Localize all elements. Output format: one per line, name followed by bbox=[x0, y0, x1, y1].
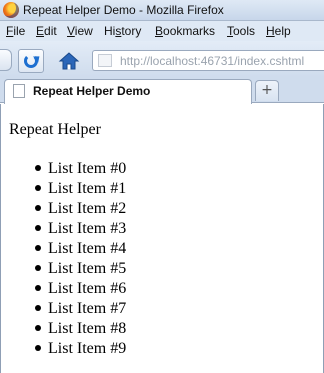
menu-bookmarks[interactable]: Bookmarks bbox=[155, 24, 215, 38]
list-item-text: List Item #4 bbox=[48, 240, 127, 257]
window-title: Repeat Helper Demo - Mozilla Firefox bbox=[23, 3, 224, 17]
page-heading: Repeat Helper bbox=[9, 121, 101, 138]
back-button[interactable] bbox=[0, 49, 12, 71]
list-item-text: List Item #1 bbox=[48, 180, 127, 197]
list-item: List Item #1 bbox=[1, 179, 301, 199]
page-favicon-icon bbox=[98, 54, 112, 67]
menu-help-accel: H bbox=[266, 24, 275, 38]
list-item: List Item #2 bbox=[1, 199, 301, 219]
list-item-text: List Item #6 bbox=[48, 280, 127, 297]
menu-help[interactable]: Help bbox=[266, 24, 291, 38]
menu-bar: File Edit View History Bookmarks Tools H… bbox=[0, 21, 324, 41]
menu-view-label: iew bbox=[74, 24, 93, 38]
list-item: List Item #6 bbox=[1, 279, 301, 299]
list-item: List Item #7 bbox=[1, 299, 301, 319]
list-item: List Item #4 bbox=[1, 239, 301, 259]
list-item-text: List Item #5 bbox=[48, 260, 127, 277]
list-item: List Item #0 bbox=[1, 159, 301, 179]
menu-edit-label: dit bbox=[44, 24, 57, 38]
menu-edit-accel: E bbox=[36, 24, 45, 38]
tab-strip: Repeat Helper Demo + bbox=[0, 77, 324, 104]
menu-history-label-b: tory bbox=[121, 24, 142, 38]
list-item-text: List Item #7 bbox=[48, 300, 127, 317]
menu-file-label: ile bbox=[13, 24, 26, 38]
menu-tools-label: ools bbox=[233, 24, 256, 38]
bullet-icon bbox=[35, 165, 41, 171]
list-item-text: List Item #3 bbox=[48, 220, 127, 237]
window-title-bar: Repeat Helper Demo - Mozilla Firefox bbox=[0, 0, 324, 21]
bullet-icon bbox=[35, 265, 41, 271]
address-bar[interactable]: http://localhost:46731/index.cshtml bbox=[92, 50, 324, 71]
reload-icon bbox=[24, 54, 38, 68]
bullet-icon bbox=[35, 305, 41, 311]
firefox-logo-icon bbox=[3, 2, 19, 18]
home-icon bbox=[58, 52, 80, 70]
list-item: List Item #5 bbox=[1, 259, 301, 279]
menu-help-label: elp bbox=[274, 24, 291, 38]
home-button[interactable] bbox=[58, 51, 80, 71]
menu-bookmarks-label: ookmarks bbox=[163, 24, 216, 38]
list-item: List Item #3 bbox=[1, 219, 301, 239]
list-item-text: List Item #0 bbox=[48, 160, 127, 177]
reload-button[interactable] bbox=[18, 49, 44, 73]
list-item-text: List Item #8 bbox=[48, 320, 127, 337]
bullet-icon bbox=[35, 185, 41, 191]
page-content: Repeat Helper List Item #0 List Item #1 … bbox=[0, 104, 324, 373]
menu-view-accel: V bbox=[67, 24, 75, 38]
tab-title: Repeat Helper Demo bbox=[33, 84, 151, 98]
new-tab-button[interactable]: + bbox=[255, 80, 279, 101]
menu-history-label-a: Hi bbox=[104, 24, 116, 38]
tab-page-icon bbox=[13, 84, 25, 98]
menu-view[interactable]: View bbox=[67, 24, 93, 38]
list-item: List Item #8 bbox=[1, 319, 301, 339]
bullet-icon bbox=[35, 325, 41, 331]
list-item-text: List Item #2 bbox=[48, 200, 127, 217]
tab-repeat-helper-demo[interactable]: Repeat Helper Demo bbox=[4, 79, 252, 104]
bullet-icon bbox=[35, 245, 41, 251]
item-list: List Item #0 List Item #1 List Item #2 L… bbox=[1, 159, 301, 359]
bullet-icon bbox=[35, 205, 41, 211]
menu-bookmarks-accel: B bbox=[155, 24, 164, 38]
menu-file[interactable]: File bbox=[6, 24, 25, 38]
list-item-text: List Item #9 bbox=[48, 340, 127, 357]
menu-history[interactable]: History bbox=[104, 24, 141, 38]
bullet-icon bbox=[35, 285, 41, 291]
menu-edit[interactable]: Edit bbox=[36, 24, 57, 38]
address-text: http://localhost:46731/index.cshtml bbox=[120, 54, 305, 68]
list-item: List Item #9 bbox=[1, 339, 301, 359]
navigation-toolbar: http://localhost:46731/index.cshtml bbox=[0, 41, 324, 77]
bullet-icon bbox=[35, 225, 41, 231]
bullet-icon bbox=[35, 345, 41, 351]
menu-tools[interactable]: Tools bbox=[227, 24, 255, 38]
